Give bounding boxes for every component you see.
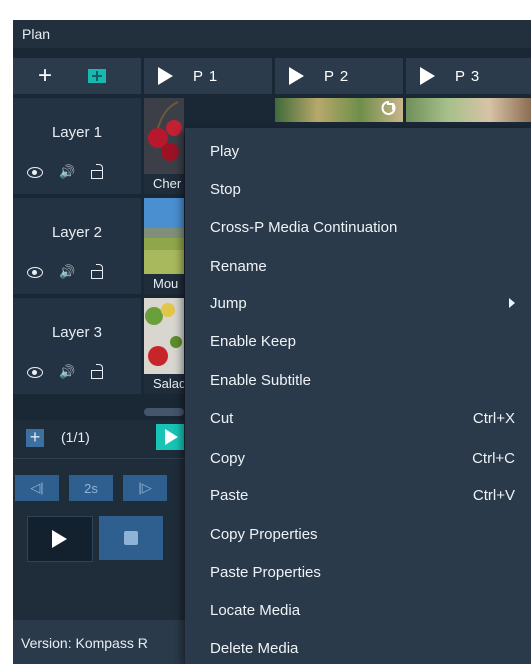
media-cell-layer2-p1[interactable]: Mou [144,198,184,294]
media-name: Cher [153,176,182,191]
menu-item-jump[interactable]: Jump [185,285,531,323]
title-bar: Plan [13,20,531,48]
menu-item-label: Copy [210,450,246,467]
menu-item-cut[interactable]: Cut Ctrl+X [185,400,531,438]
plan-window: Plan + P 1 P 2 P 3 Layer 1 🔊 Cher Layer … [13,20,531,664]
window-title: Plan [22,26,51,42]
menu-item-label: Copy Properties [210,526,318,543]
menu-item-stop[interactable]: Stop [185,171,531,209]
menu-item-enable-keep[interactable]: Enable Keep [185,323,531,361]
menu-item-copy[interactable]: Copy Ctrl+C [185,440,531,478]
lock-icon [91,264,103,279]
play-page-button[interactable] [156,424,184,450]
layer-row-1[interactable]: Layer 1 🔊 [13,98,141,194]
media-cell-layer3-p1[interactable]: Salad [144,298,184,394]
menu-item-cross-p-media-continuation[interactable]: Cross-P Media Continuation [185,209,531,247]
eye-icon [27,366,43,378]
layer-row-3[interactable]: Layer 3 🔊 [13,298,141,394]
menu-item-locate-media[interactable]: Locate Media [185,592,531,630]
media-name: Mou [153,276,179,291]
horizontal-scrollbar[interactable] [144,404,184,418]
menu-item-label: Jump [210,295,247,312]
speaker-icon: 🔊 [59,264,76,279]
audio-toggle[interactable]: 🔊 [59,364,91,380]
media-name: Salad [153,376,184,391]
add-page-button[interactable]: + [26,428,44,447]
menu-item-label: Paste [210,487,249,504]
lock-toggle[interactable] [91,264,123,280]
audio-toggle[interactable]: 🔊 [59,164,91,180]
menu-item-label: Locate Media [210,602,301,619]
play-icon[interactable] [289,67,304,85]
layer-name: Layer 3 [51,324,103,341]
menu-item-play[interactable]: Play [185,133,531,171]
interval-button[interactable]: 2s [69,475,113,501]
plus-icon: + [37,62,52,89]
menu-item-label: Cross-P Media Continuation [210,219,398,236]
fit-view-button[interactable] [83,58,111,94]
menu-item-enable-subtitle[interactable]: Enable Subtitle [185,362,531,400]
media-thumbnail [144,98,184,174]
version-text: Version: Kompass R [21,635,148,651]
menu-item-rename[interactable]: Rename [185,248,531,286]
menu-item-label: Cut [210,410,234,427]
media-thumbnail [144,298,184,374]
submenu-arrow-icon [509,298,515,308]
lock-icon [91,364,103,379]
menu-item-label: Rename [210,258,267,275]
menu-item-label: Enable Keep [210,333,296,350]
lock-toggle[interactable] [91,364,123,380]
menu-item-paste[interactable]: Paste Ctrl+V [185,477,531,515]
lock-toggle[interactable] [91,164,123,180]
menu-item-shortcut: Ctrl+V [472,487,515,504]
page-header-p2[interactable]: P 2 [275,58,403,94]
context-menu: Play Stop Cross-P Media Continuation Ren… [185,128,531,664]
loop-icon [381,101,396,115]
media-cell-p3[interactable] [406,98,531,122]
play-button[interactable] [27,516,93,562]
layer-row-2[interactable]: Layer 2 🔊 [13,198,141,294]
speaker-icon: 🔊 [59,364,76,379]
page-label: P 3 [455,67,481,85]
scrollbar-thumb[interactable] [144,408,184,416]
add-layer-button[interactable]: + [31,58,59,94]
play-icon[interactable] [420,67,435,85]
version-bar: Version: Kompass R [13,620,185,664]
page-counter: (1/1) [61,429,90,445]
menu-item-copy-properties[interactable]: Copy Properties [185,516,531,554]
visibility-toggle[interactable] [27,164,59,180]
speaker-icon: 🔊 [59,164,76,179]
menu-item-label: Enable Subtitle [210,372,311,389]
media-thumbnail [144,198,184,274]
visibility-toggle[interactable] [27,264,59,280]
menu-item-shortcut: Ctrl+X [472,410,515,427]
menu-item-label: Stop [210,181,241,198]
layer-header: + [13,58,141,94]
audio-toggle[interactable]: 🔊 [59,264,91,280]
stop-button[interactable] [99,516,163,560]
divider [13,458,185,459]
lock-icon [91,164,103,179]
page-header-p3[interactable]: P 3 [406,58,531,94]
menu-item-paste-properties[interactable]: Paste Properties [185,554,531,592]
menu-item-label: Paste Properties [210,564,321,581]
menu-item-delete-media[interactable]: Delete Media [185,630,531,664]
play-icon[interactable] [158,67,173,85]
menu-item-label: Delete Media [210,640,299,657]
eye-icon [27,266,43,278]
page-label: P 2 [324,67,350,85]
layer-name: Layer 2 [51,224,103,241]
previous-button[interactable]: ◁| [15,475,59,501]
page-header-p1[interactable]: P 1 [144,58,272,94]
layer-name: Layer 1 [51,124,103,141]
media-cell-layer1-p1[interactable]: Cher [144,98,184,194]
menu-item-shortcut: Ctrl+C [472,450,515,467]
page-label: P 1 [193,67,219,85]
menu-item-label: Play [210,143,240,160]
fit-view-icon [88,69,106,83]
visibility-toggle[interactable] [27,364,59,380]
media-cell-p2[interactable] [275,98,403,122]
eye-icon [27,166,43,178]
next-button[interactable]: |▷ [123,475,167,501]
